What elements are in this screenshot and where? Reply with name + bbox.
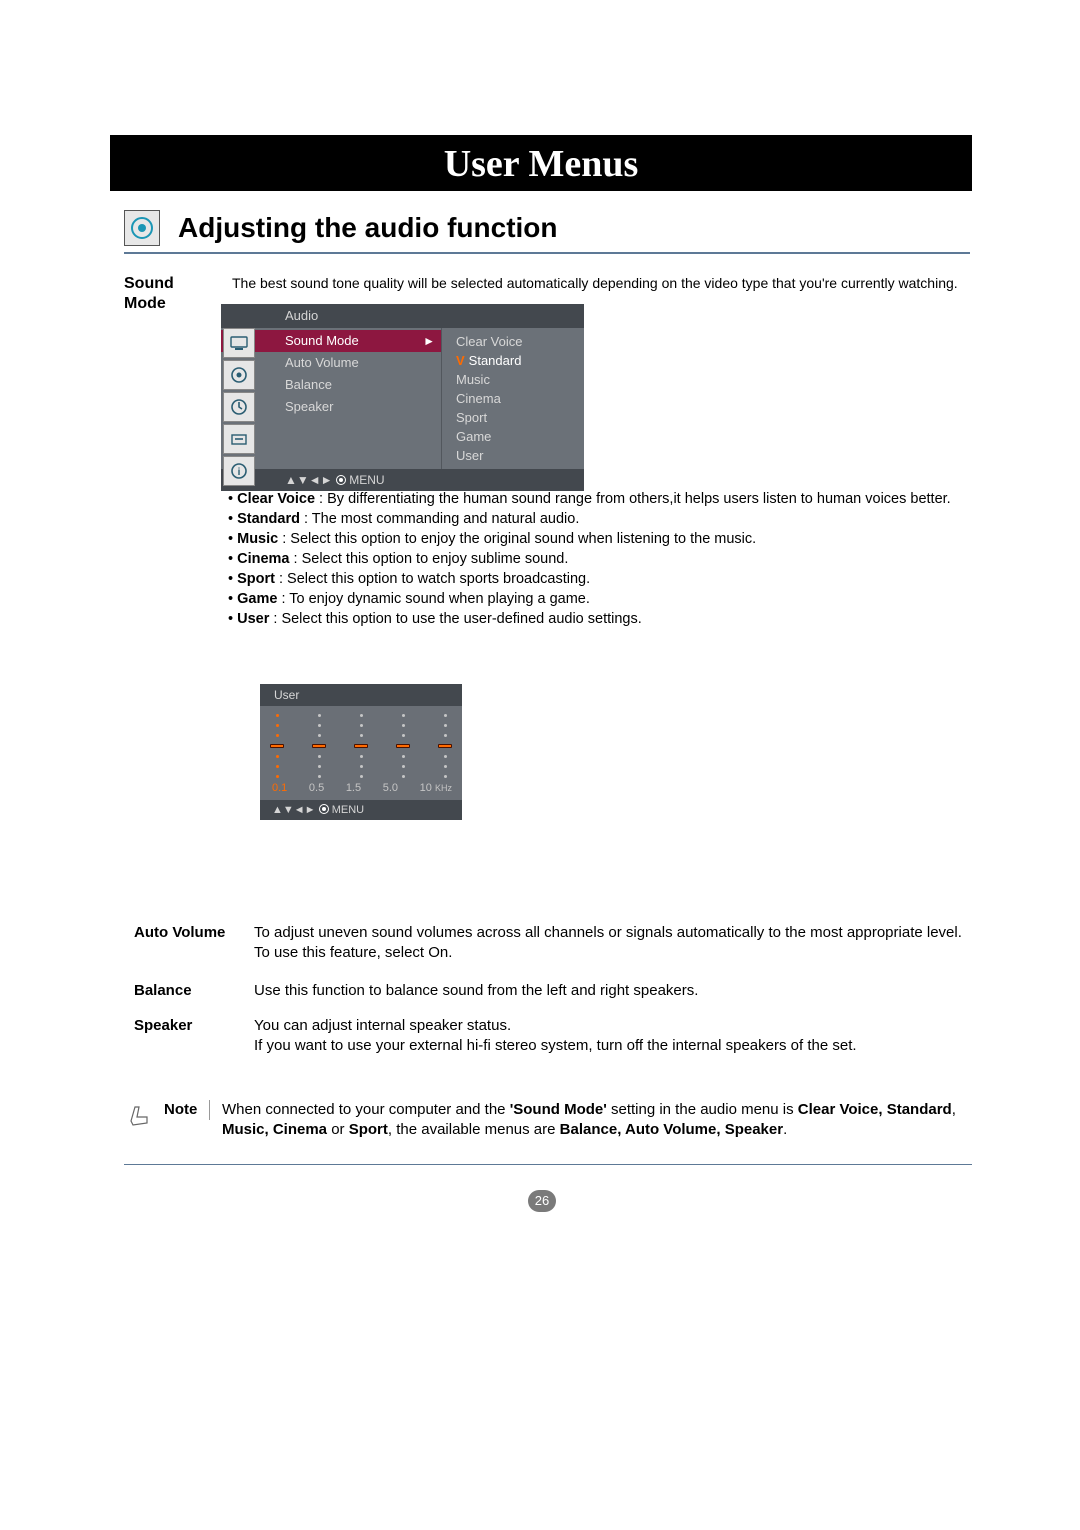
- divider: [124, 1164, 972, 1165]
- def-label: Balance: [134, 981, 234, 1001]
- osd-option-list: Clear Voice VStandard Music Cinema Sport…: [441, 328, 584, 469]
- eq-slider-marker[interactable]: [396, 744, 410, 748]
- osd-option[interactable]: Cinema: [456, 389, 576, 408]
- osd-option[interactable]: Clear Voice: [456, 332, 576, 351]
- osd-header: Audio: [221, 304, 584, 328]
- def-text: Use this function to balance sound from …: [254, 981, 970, 1001]
- eq-band-5.0[interactable]: [396, 714, 410, 778]
- note-hand-icon: [124, 1100, 156, 1132]
- osd-option[interactable]: Game: [456, 427, 576, 446]
- page-number-badge: 26: [528, 1190, 556, 1212]
- eq-slider-marker[interactable]: [312, 744, 326, 748]
- eq-axis-labels: 0.1 0.5 1.5 5.0 10 KHz: [260, 782, 462, 800]
- osd-tab-option-icon[interactable]: [223, 424, 255, 454]
- audio-icon: [124, 210, 160, 246]
- eq-footer-hint: ▲▼◄► MENU: [260, 800, 462, 820]
- page-title: User Menus: [110, 135, 972, 191]
- check-icon: V: [456, 353, 465, 368]
- note-label: Note: [164, 1100, 210, 1120]
- svg-text:i: i: [238, 467, 241, 478]
- note-text: When connected to your computer and the …: [218, 1100, 970, 1140]
- osd-tab-audio-icon[interactable]: [223, 360, 255, 390]
- eq-user-panel: User 0.1 0.5 1.5 5.0: [260, 684, 462, 820]
- mode-descriptions: • Clear Voice : By differentiating the h…: [228, 490, 970, 630]
- osd-option[interactable]: Sport: [456, 408, 576, 427]
- def-speaker: Speaker You can adjust internal speaker …: [134, 1016, 970, 1056]
- def-label: Auto Volume: [134, 923, 234, 963]
- ok-icon: [336, 475, 346, 485]
- osd-option[interactable]: Music: [456, 370, 576, 389]
- ok-icon: [319, 804, 329, 814]
- section-title: Adjusting the audio function: [178, 212, 558, 244]
- osd-audio-menu: i Audio Sound Mode► Auto Volume Balance …: [221, 304, 584, 491]
- osd-body: Sound Mode► Auto Volume Balance Speaker …: [221, 328, 584, 469]
- osd-tab-strip: i: [223, 328, 255, 486]
- osd-footer-hint: ▲▼◄► MENU: [221, 469, 584, 491]
- eq-band-1.5[interactable]: [354, 714, 368, 778]
- eq-header: User: [260, 684, 462, 706]
- eq-band-0.1[interactable]: [270, 714, 284, 778]
- sound-mode-label: Sound Mode: [124, 274, 204, 314]
- eq-slider-marker[interactable]: [354, 744, 368, 748]
- osd-option[interactable]: User: [456, 446, 576, 465]
- eq-body: [260, 706, 462, 782]
- def-auto-volume: Auto Volume To adjust uneven sound volum…: [134, 923, 970, 963]
- note-block: Note When connected to your computer and…: [124, 1100, 970, 1140]
- eq-band-10[interactable]: [438, 714, 452, 778]
- section-heading: Adjusting the audio function: [124, 210, 970, 254]
- def-text: You can adjust internal speaker status. …: [254, 1016, 970, 1056]
- def-text: To adjust uneven sound volumes across al…: [254, 923, 970, 963]
- eq-slider-marker[interactable]: [270, 744, 284, 748]
- def-label: Speaker: [134, 1016, 234, 1056]
- osd-tab-time-icon[interactable]: [223, 392, 255, 422]
- osd-option-selected[interactable]: VStandard: [456, 351, 576, 370]
- def-balance: Balance Use this function to balance sou…: [134, 981, 970, 1001]
- osd-tab-picture-icon[interactable]: [223, 328, 255, 358]
- eq-band-0.5[interactable]: [312, 714, 326, 778]
- osd-tab-info-icon[interactable]: i: [223, 456, 255, 486]
- right-arrow-icon: ►: [423, 330, 435, 352]
- eq-slider-marker[interactable]: [438, 744, 452, 748]
